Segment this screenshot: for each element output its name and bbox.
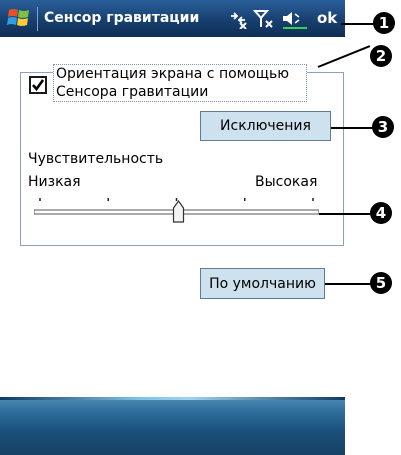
title-bar: Сенсор гравитации ok [0,0,345,37]
high-label: Высокая [255,174,318,190]
slider-tick [39,198,41,201]
ok-button[interactable]: ok [317,9,337,27]
slider-tick [107,198,109,201]
connectivity-off-icon[interactable] [228,9,248,29]
callout-3: 3 [372,116,394,138]
window-title: Сенсор гравитации [44,10,200,26]
callout-2: 2 [370,45,392,67]
callout-1-leader [341,23,377,25]
low-label: Низкая [28,174,81,190]
callout-3-leader [331,127,375,129]
callout-5-leader [325,283,373,285]
exceptions-button[interactable]: Исключения [200,111,331,141]
slider-tick [175,198,178,201]
callout-4: 4 [370,202,392,224]
pocket-pc-screen: Сенсор гравитации ok Ориентация экрана с… [0,0,345,455]
slider-ticks [39,198,314,201]
title-separator [37,7,38,31]
volume-icon[interactable] [281,9,311,29]
default-button[interactable]: По умолчанию [200,268,325,299]
checkbox-label-line2: Сенсора гравитации [56,84,209,100]
slider-tick [312,198,314,201]
slider-tick [244,198,246,201]
orientation-checkbox[interactable] [29,76,47,94]
windows-start-icon[interactable] [6,5,32,31]
callout-4-leader [319,213,373,215]
sensitivity-label: Чувствительность [28,151,164,167]
checkmark-icon [32,79,45,92]
slider-thumb[interactable] [172,199,185,223]
callout-5: 5 [370,272,392,294]
checkbox-label-line1: Ориентация экрана с помощью [56,66,290,82]
orientation-checkbox-label[interactable]: Ориентация экрана с помощью Сенсора грав… [53,64,307,102]
callout-1: 1 [373,12,395,34]
bottom-menu-bar [0,397,345,455]
signal-off-icon[interactable] [253,9,275,29]
sensitivity-slider[interactable] [34,192,319,232]
